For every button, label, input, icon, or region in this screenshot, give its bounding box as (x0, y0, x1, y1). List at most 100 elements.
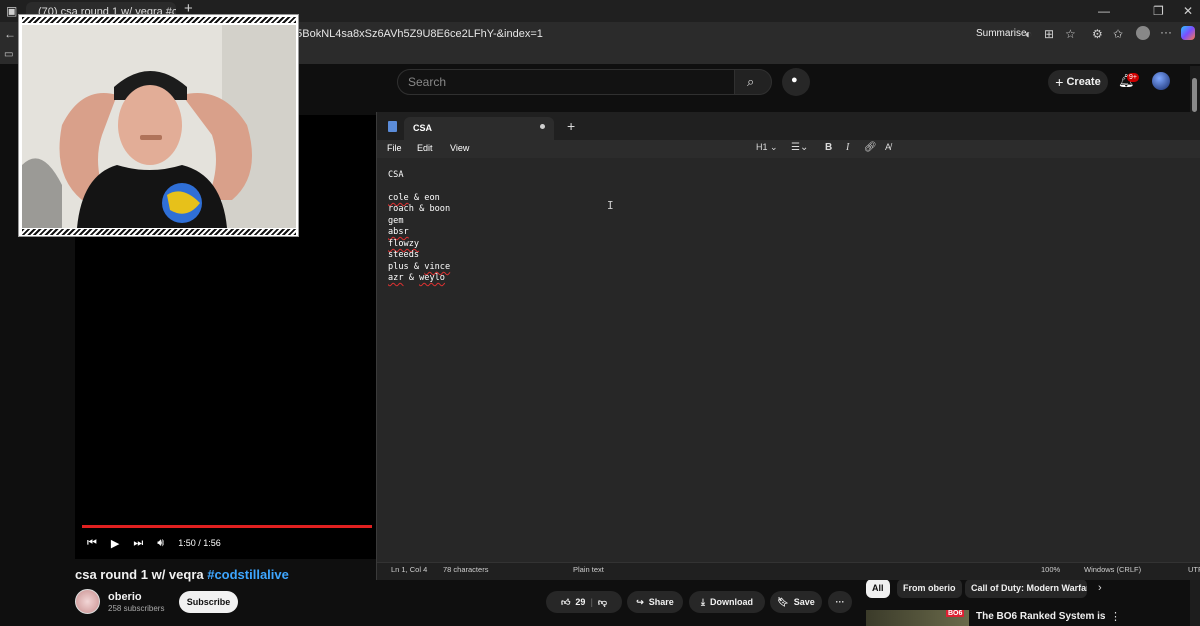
download-button[interactable]: ⤓ Download (689, 591, 765, 613)
copilot-icon[interactable] (1181, 26, 1195, 40)
more-actions-button[interactable]: ··· (828, 591, 852, 613)
copilot-page-icon[interactable]: ◐ (1025, 27, 1032, 41)
scrollbar-thumb[interactable] (1192, 78, 1197, 112)
editor-word: CSA (388, 170, 404, 180)
chip-from-channel[interactable]: From oberio (897, 579, 962, 598)
voice-search-button[interactable]: ● (782, 68, 810, 96)
recommendation-menu-icon[interactable]: ⋮ (1110, 610, 1121, 623)
plus-icon: + (1055, 74, 1064, 90)
menu-file[interactable]: File (387, 143, 402, 153)
favorites-icon[interactable]: ✩ (1113, 27, 1123, 41)
editor-line: gem (388, 216, 404, 227)
previous-icon[interactable]: ⏮︎ (87, 537, 97, 550)
text-format[interactable]: Plain text (573, 565, 604, 574)
time-display: 1:50 / 1:56 (178, 538, 221, 548)
summarise-button[interactable]: Summarise (976, 28, 1027, 39)
clear-format-icon[interactable]: A̸ (885, 142, 891, 152)
subscriber-count: 258 subscribers (108, 604, 165, 613)
notepad-titlebar: CSA + (377, 112, 1200, 140)
line-ending[interactable]: Windows (CRLF) (1084, 565, 1141, 574)
webcam-frame-bottom (22, 229, 296, 235)
menu-view[interactable]: View (450, 143, 469, 153)
channel-avatar[interactable] (75, 589, 100, 614)
play-icon[interactable]: ▶︎ (111, 537, 119, 550)
search-input[interactable]: Search (397, 69, 735, 95)
back-icon[interactable]: ← (4, 27, 16, 41)
download-label: Download (709, 597, 753, 607)
italic-icon[interactable]: I (846, 142, 849, 153)
editor-word: flowzy (388, 239, 420, 249)
recommendation-title[interactable]: The BO6 Ranked System is (976, 611, 1106, 622)
unsaved-dot-icon[interactable] (540, 124, 545, 129)
apps-icon[interactable]: ⊞ (1044, 27, 1054, 41)
menu-edit[interactable]: Edit (417, 143, 433, 153)
chip-all[interactable]: All (866, 579, 890, 598)
share-icon: ↪ (636, 596, 644, 607)
editor-line: flowzy (388, 239, 419, 250)
zoom-level[interactable]: 100% (1041, 565, 1060, 574)
notepad-editor[interactable]: CSA cole & eon roach & boon gem absr flowzy st… (377, 158, 1200, 562)
editor-line: absr (388, 227, 409, 238)
save-button[interactable]: 🔖︎ Save (770, 591, 822, 613)
editor-word: boon (429, 204, 451, 214)
profile-avatar[interactable] (1136, 26, 1150, 40)
save-label: Save (793, 597, 815, 607)
volume-icon[interactable]: 🔊︎ (157, 537, 164, 550)
editor-word: vince (424, 262, 451, 272)
link-icon[interactable]: 🔗︎ (864, 142, 877, 153)
heading-dropdown[interactable]: H1 ⌄ (756, 142, 778, 153)
player-controls: ⏮︎ ▶︎ ⏭︎ 🔊︎ 1:50 / 1:56 (87, 534, 221, 552)
video-hashtag[interactable]: #codstillalive (207, 567, 289, 582)
url-field[interactable]: L5BokNL4sa8xSz6AVh5Z9U8E6ce2LFhY-&index=… (290, 26, 1090, 43)
sidebar-toggle-icon[interactable]: ▣ (6, 4, 17, 18)
search-icon: ⌕ (747, 74, 755, 89)
editor-word: roach (388, 204, 414, 214)
like-dislike-group: 👍︎ 29 | 👎︎ (546, 591, 622, 613)
channel-name[interactable]: oberio (108, 591, 142, 603)
bold-icon[interactable]: B (825, 142, 832, 153)
extensions-icon[interactable]: ⚙ (1092, 27, 1103, 41)
more-menu-icon[interactable]: ··· (1160, 25, 1172, 39)
editor-line: steeds (388, 250, 419, 261)
editor-word: cole (388, 193, 409, 203)
editor-word: azr (388, 273, 404, 283)
close-window-icon[interactable]: ✕ (1183, 4, 1193, 18)
list-dropdown-icon[interactable]: ☰⌄ (791, 142, 808, 153)
editor-word: steeds (388, 250, 420, 260)
editor-word: weylo (419, 273, 445, 283)
chevron-right-icon[interactable]: › (1098, 582, 1102, 594)
bookmark-folder-icon[interactable]: ▭ (4, 48, 13, 62)
video-progress-bar[interactable] (82, 525, 373, 528)
create-button[interactable]: + Create (1048, 70, 1108, 94)
like-icon[interactable]: 👍︎ (561, 597, 570, 608)
editor-line: CSA (388, 170, 404, 181)
next-icon[interactable]: ⏭︎ (133, 537, 143, 550)
webcam-feed (22, 25, 296, 228)
like-count[interactable]: 29 (575, 597, 585, 607)
heading-label: H1 (756, 142, 768, 152)
minimize-icon[interactable]: — (1098, 4, 1110, 18)
search-button[interactable]: ⌕ (734, 69, 772, 95)
editor-line: azr & weylo (388, 273, 445, 284)
editor-line: plus & vince (388, 262, 450, 273)
encoding[interactable]: UTF-8 (1188, 565, 1200, 574)
notification-badge: 9+ (1127, 73, 1139, 82)
editor-word: absr (388, 227, 409, 237)
account-avatar[interactable] (1152, 72, 1170, 90)
cursor-position[interactable]: Ln 1, Col 4 (391, 565, 427, 574)
chip-game[interactable]: Call of Duty: Modern Warfare (965, 579, 1087, 598)
share-button[interactable]: ↪ Share (627, 591, 683, 613)
more-icon: ··· (835, 597, 845, 607)
favorite-star-icon[interactable]: ☆ (1065, 27, 1076, 41)
subscribe-button[interactable]: Subscribe (179, 591, 238, 613)
dislike-icon[interactable]: 👎︎ (598, 597, 607, 608)
notepad-window: CSA + File Edit View H1 ⌄ ☰⌄ B I 🔗︎ A̸ C… (376, 112, 1200, 580)
restore-icon[interactable]: ❐ (1153, 4, 1164, 18)
editor-word: gem (388, 216, 404, 226)
notepad-new-tab-icon[interactable]: + (567, 118, 575, 134)
notepad-statusbar (377, 562, 1200, 580)
editor-word: eon (424, 193, 440, 203)
editor-word: plus (388, 262, 409, 272)
editor-line: cole & eon (388, 193, 440, 204)
editor-line: roach & boon (388, 204, 450, 215)
